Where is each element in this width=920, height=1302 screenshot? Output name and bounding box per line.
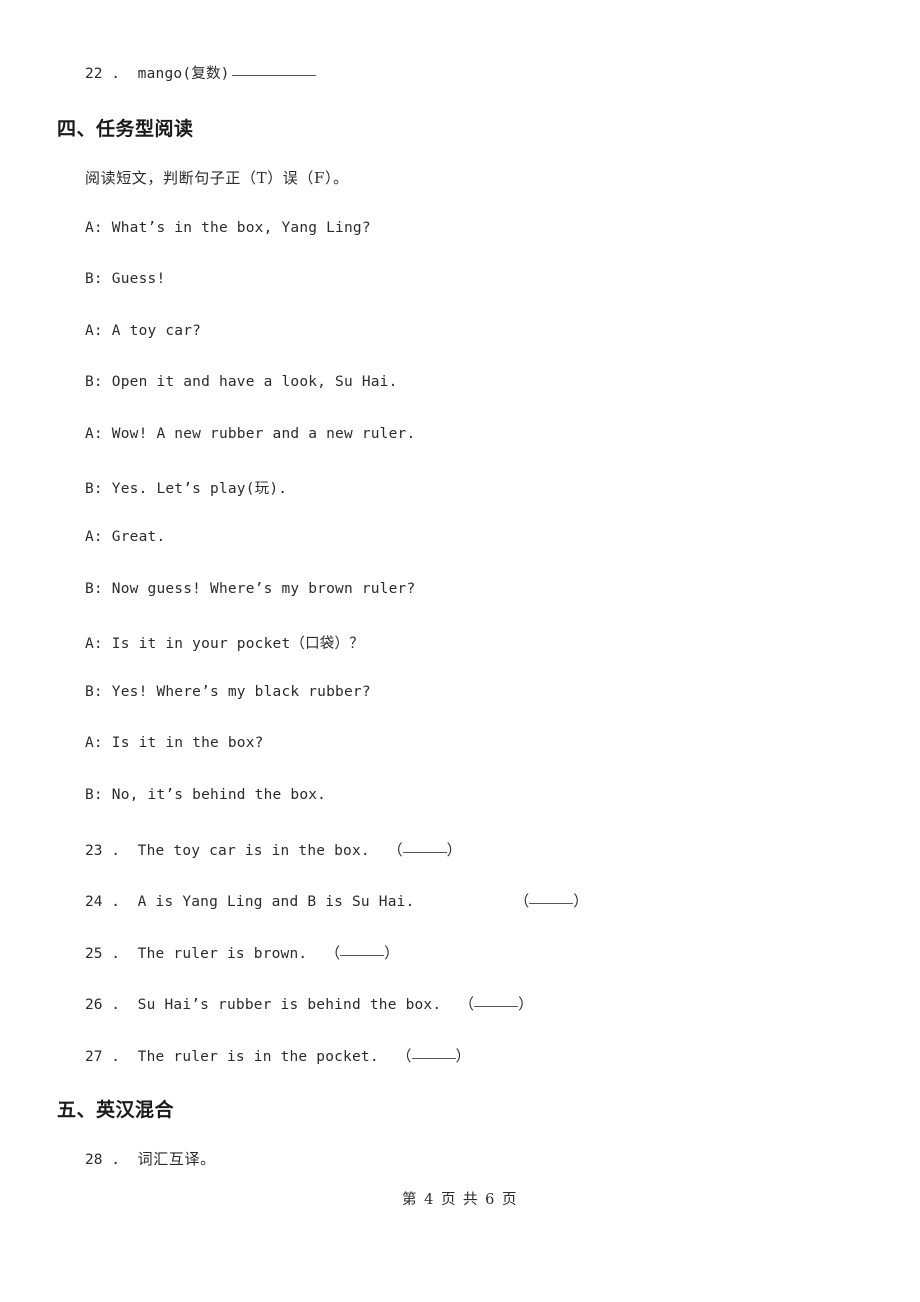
- page-footer: 第 4 页 共 6 页: [402, 1192, 518, 1208]
- answer-blank: [231, 75, 316, 76]
- question-item-26: 26 . Su Hai’s rubber is behind the box. …: [85, 993, 533, 1014]
- answer-slot: （）: [514, 892, 588, 910]
- paren-open: （: [396, 1047, 412, 1065]
- item-number: 25 .: [85, 946, 120, 962]
- reading-instruction: 阅读短文，判断句子正（T）误（F）。: [85, 169, 349, 187]
- dialogue-line: B: Yes. Let’s play(玩).: [85, 481, 288, 497]
- item-text: The ruler is in the pocket.: [137, 1049, 379, 1065]
- answer-blank: [340, 955, 385, 956]
- question-item-28: 28 . 词汇互译。: [85, 1148, 216, 1169]
- dialogue-line: A: Is it in the box?: [85, 735, 264, 751]
- item-number: 26 .: [85, 997, 120, 1013]
- dialogue-line: A: A toy car?: [85, 323, 202, 339]
- paren-close: ）: [384, 944, 400, 962]
- answer-slot: （）: [397, 1047, 471, 1065]
- dialogue-line: A: Is it in your pocket（口袋）？: [85, 636, 364, 652]
- answer-slot: （）: [388, 841, 462, 859]
- paren-close: ）: [446, 841, 462, 859]
- answer-blank: [474, 1006, 519, 1007]
- section-heading-five: 五、英汉混合: [57, 1099, 175, 1121]
- dialogue-line: B: Guess!: [85, 271, 166, 287]
- answer-slot: （）: [325, 944, 399, 962]
- item-number: 27 .: [85, 1049, 120, 1065]
- question-item-22: 22 . mango(复数): [85, 62, 316, 83]
- paren-open: （: [387, 841, 403, 859]
- section-heading-four: 四、任务型阅读: [57, 118, 194, 140]
- item-number: 28 .: [85, 1152, 120, 1168]
- question-item-25: 25 . The ruler is brown. （）: [85, 942, 399, 963]
- paren-close: ）: [573, 892, 589, 910]
- paren-open: （: [459, 995, 475, 1013]
- dialogue-line: B: Yes! Where’s my black rubber?: [85, 684, 371, 700]
- dialogue-line: B: No, it’s behind the box.: [85, 787, 327, 803]
- question-item-27: 27 . The ruler is in the pocket. （）: [85, 1045, 471, 1066]
- answer-slot: （）: [459, 995, 533, 1013]
- document-page: 22 . mango(复数) 四、任务型阅读 阅读短文，判断句子正（T）误（F）…: [0, 0, 920, 1302]
- dialogue-line: A: Wow! A new rubber and a new ruler.: [85, 426, 416, 442]
- item-text: The toy car is in the box.: [137, 843, 370, 859]
- answer-blank: [529, 903, 574, 904]
- item-text: mango(复数): [137, 66, 230, 82]
- paren-close: ）: [518, 995, 534, 1013]
- answer-blank: [411, 1058, 456, 1059]
- dialogue-line: A: What’s in the box, Yang Ling?: [85, 220, 371, 236]
- paren-close: ）: [455, 1047, 471, 1065]
- question-item-24: 24 . A is Yang Ling and B is Su Hai. （）: [85, 890, 588, 911]
- dialogue-line: B: Open it and have a look, Su Hai.: [85, 374, 398, 390]
- dialogue-line: A: Great.: [85, 529, 166, 545]
- item-text: 词汇互译。: [137, 1150, 216, 1168]
- item-text: The ruler is brown.: [137, 946, 308, 962]
- item-text: Su Hai’s rubber is behind the box.: [137, 997, 442, 1013]
- item-number: 22 .: [85, 66, 120, 82]
- answer-blank: [402, 852, 447, 853]
- dialogue-line: B: Now guess! Where’s my brown ruler?: [85, 581, 416, 597]
- item-number: 24 .: [85, 894, 120, 910]
- item-number: 23 .: [85, 843, 120, 859]
- paren-open: （: [514, 892, 530, 910]
- item-text: A is Yang Ling and B is Su Hai.: [137, 894, 415, 910]
- question-item-23: 23 . The toy car is in the box. （）: [85, 839, 462, 860]
- paren-open: （: [325, 944, 341, 962]
